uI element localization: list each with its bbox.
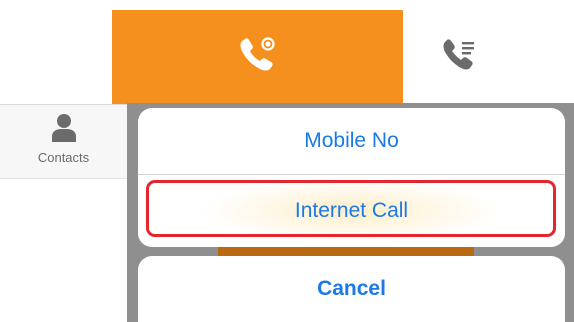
option-internet-call[interactable]: Internet Call [138,175,565,247]
screen: Contacts Mobile No Internet Call Cancel [0,0,574,322]
phone-ring-icon [236,35,280,80]
status-strip [0,0,574,10]
nav-item-contacts[interactable]: Contacts [0,112,127,176]
option-mobile-no-label: Mobile No [304,129,399,152]
option-mobile-no[interactable]: Mobile No [138,108,565,174]
top-tab-bar [0,0,574,104]
cancel-button-label: Cancel [317,277,386,300]
action-sheet-options: Mobile No Internet Call [138,108,565,247]
tab-call-log[interactable] [403,10,517,104]
cancel-button[interactable]: Cancel [138,256,565,322]
person-icon [50,112,78,147]
nav-item-contacts-label: Contacts [37,150,90,165]
phone-list-icon [440,37,480,78]
option-internet-call-label: Internet Call [294,199,409,222]
tab-call[interactable] [112,10,403,104]
